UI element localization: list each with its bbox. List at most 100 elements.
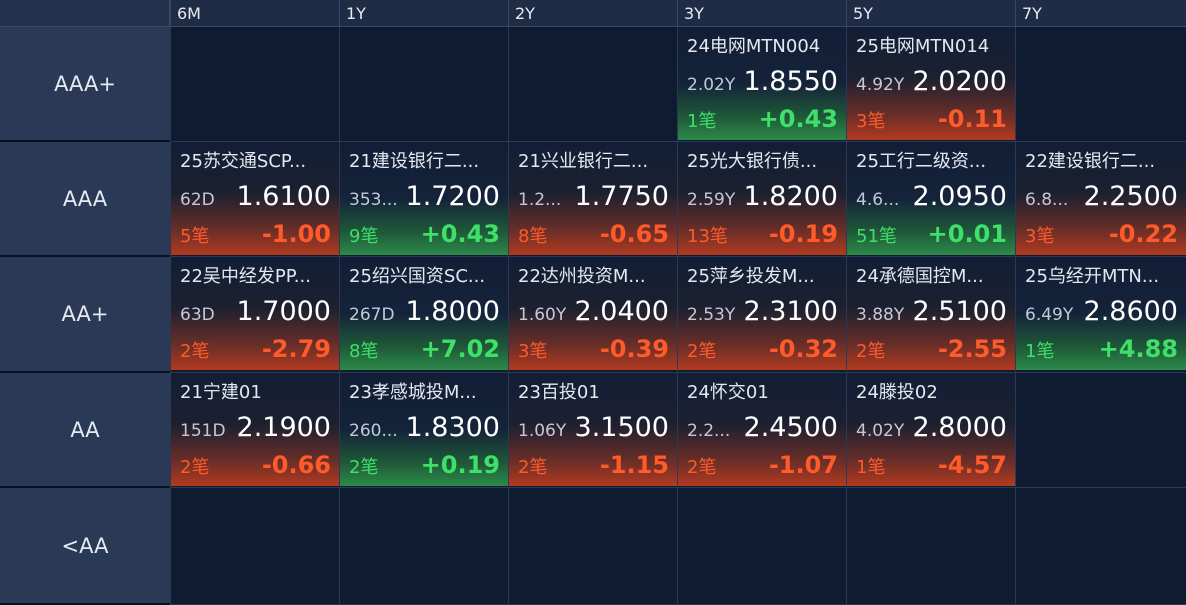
- trade-count: 1笔: [856, 457, 886, 478]
- matrix-cell[interactable]: 22建设银行二... 6.8... 2.2500 3笔 -0.22: [1015, 142, 1186, 257]
- bond-card[interactable]: 25乌经开MTN... 6.49Y 2.8600 1笔 +4.88: [1016, 257, 1186, 370]
- bond-yield: 2.2500: [1083, 181, 1178, 212]
- bond-card[interactable]: 24怀交01 2.2... 2.4500 2笔 -1.07: [678, 373, 846, 486]
- yield-change: +0.01: [927, 220, 1007, 248]
- bond-stats-row: 51笔 +0.01: [856, 216, 1007, 252]
- matrix-cell[interactable]: 25乌经开MTN... 6.49Y 2.8600 1笔 +4.88: [1015, 257, 1186, 373]
- yield-change: -1.07: [768, 451, 838, 479]
- matrix-cell[interactable]: 22达州投资M... 1.60Y 2.0400 3笔 -0.39: [508, 257, 677, 373]
- bond-card[interactable]: 24电网MTN004 2.02Y 1.8550 1笔 +0.43: [678, 27, 846, 140]
- yield-change: +0.43: [420, 220, 500, 248]
- yield-change: -0.39: [599, 335, 669, 363]
- bond-yield: 1.8200: [743, 181, 838, 212]
- bond-stats-row: 1笔 -4.57: [856, 447, 1007, 483]
- matrix-cell[interactable]: 21建设银行二... 353... 1.7200 9笔 +0.43: [339, 142, 508, 257]
- bond-card[interactable]: 25绍兴国资SC... 267D 1.8000 8笔 +7.02: [340, 257, 508, 370]
- bond-name: 25光大银行债...: [687, 151, 818, 172]
- row-header-rating[interactable]: AA+: [0, 257, 170, 373]
- matrix-cell[interactable]: 25萍乡投发M... 2.53Y 2.3100 2笔 -0.32: [677, 257, 846, 373]
- trade-count: 2笔: [687, 457, 717, 478]
- bond-name: 24承德国控M...: [856, 266, 984, 287]
- bond-card[interactable]: 25苏交通SCP... 62D 1.6100 5笔 -1.00: [171, 142, 339, 255]
- matrix-cell[interactable]: 22吴中经发PP... 63D 1.7000 2笔 -2.79: [170, 257, 339, 373]
- matrix-cell[interactable]: 25光大银行债... 2.59Y 1.8200 13笔 -0.19: [677, 142, 846, 257]
- yield-change: -1.00: [261, 220, 331, 248]
- bond-quote-row: 2.02Y 1.8550: [687, 63, 838, 101]
- bond-card[interactable]: 25电网MTN014 4.92Y 2.0200 3笔 -0.11: [847, 27, 1015, 140]
- trade-count: 3笔: [1025, 226, 1055, 247]
- bond-name: 22建设银行二...: [1025, 151, 1156, 172]
- trade-count: 2笔: [687, 341, 717, 362]
- matrix-cell[interactable]: 24怀交01 2.2... 2.4500 2笔 -1.07: [677, 373, 846, 488]
- bond-stats-row: 2笔 -0.32: [687, 331, 838, 367]
- bond-stats-row: 8笔 -0.65: [518, 216, 669, 252]
- bond-card[interactable]: 25工行二级资... 4.6... 2.0950 51笔 +0.01: [847, 142, 1015, 255]
- matrix-cell: [170, 27, 339, 142]
- bond-card[interactable]: 21建设银行二... 353... 1.7200 9笔 +0.43: [340, 142, 508, 255]
- matrix-cell: [846, 488, 1015, 605]
- trade-count: 8笔: [349, 341, 379, 362]
- bond-yield: 1.7750: [574, 181, 669, 212]
- matrix-cell[interactable]: 21宁建01 151D 2.1900 2笔 -0.66: [170, 373, 339, 488]
- bond-quote-row: 63D 1.7000: [180, 293, 331, 331]
- matrix-cell[interactable]: 25电网MTN014 4.92Y 2.0200 3笔 -0.11: [846, 27, 1015, 142]
- column-header-6m[interactable]: 6M: [170, 0, 339, 27]
- bond-yield: 2.0950: [912, 181, 1007, 212]
- bond-card[interactable]: 23百投01 1.06Y 3.1500 2笔 -1.15: [509, 373, 677, 486]
- bond-card[interactable]: 21兴业银行二... 1.2... 1.7750 8笔 -0.65: [509, 142, 677, 255]
- bond-yield: 2.3100: [743, 296, 838, 327]
- bond-maturity: 6.8...: [1025, 190, 1069, 210]
- bond-card[interactable]: 22吴中经发PP... 63D 1.7000 2笔 -2.79: [171, 257, 339, 370]
- bond-stats-row: 13笔 -0.19: [687, 216, 838, 252]
- bond-card[interactable]: 24滕投02 4.02Y 2.8000 1笔 -4.57: [847, 373, 1015, 486]
- bond-card[interactable]: 22达州投资M... 1.60Y 2.0400 3笔 -0.39: [509, 257, 677, 370]
- bond-name: 24怀交01: [687, 382, 769, 403]
- column-header-2y[interactable]: 2Y: [508, 0, 677, 27]
- matrix-cell[interactable]: 21兴业银行二... 1.2... 1.7750 8笔 -0.65: [508, 142, 677, 257]
- column-header-1y[interactable]: 1Y: [339, 0, 508, 27]
- bond-yield: 2.1900: [236, 412, 331, 443]
- column-header-5y[interactable]: 5Y: [846, 0, 1015, 27]
- row-header-rating[interactable]: AA: [0, 373, 170, 488]
- trade-count: 2笔: [856, 341, 886, 362]
- bond-maturity: 4.02Y: [856, 421, 905, 441]
- yield-change: -2.55: [937, 335, 1007, 363]
- matrix-cell[interactable]: 25苏交通SCP... 62D 1.6100 5笔 -1.00: [170, 142, 339, 257]
- bond-card[interactable]: 23孝感城投M... 260... 1.8300 2笔 +0.19: [340, 373, 508, 486]
- row-header-rating[interactable]: AAA: [0, 142, 170, 257]
- bond-card[interactable]: 22建设银行二... 6.8... 2.2500 3笔 -0.22: [1016, 142, 1186, 255]
- bond-card[interactable]: 24承德国控M... 3.88Y 2.5100 2笔 -2.55: [847, 257, 1015, 370]
- matrix-cell[interactable]: 25工行二级资... 4.6... 2.0950 51笔 +0.01: [846, 142, 1015, 257]
- bond-stats-row: 3笔 -0.11: [856, 101, 1007, 137]
- column-header-3y[interactable]: 3Y: [677, 0, 846, 27]
- row-header-rating[interactable]: <AA: [0, 488, 170, 605]
- bond-stats-row: 2笔 +0.19: [349, 447, 500, 483]
- bond-card[interactable]: 25萍乡投发M... 2.53Y 2.3100 2笔 -0.32: [678, 257, 846, 370]
- yield-change: -0.11: [937, 105, 1007, 133]
- bond-card[interactable]: 25光大银行债... 2.59Y 1.8200 13笔 -0.19: [678, 142, 846, 255]
- trade-count: 2笔: [349, 457, 379, 478]
- bond-card[interactable]: 21宁建01 151D 2.1900 2笔 -0.66: [171, 373, 339, 486]
- row-header-rating[interactable]: AAA+: [0, 27, 170, 142]
- bond-matrix-grid: 6M 1Y 2Y 3Y 5Y 7Y AAA+ 24电网MTN004 2.02Y 1.8550 1笔 +…: [0, 0, 1186, 605]
- matrix-cell[interactable]: 24承德国控M... 3.88Y 2.5100 2笔 -2.55: [846, 257, 1015, 373]
- matrix-cell[interactable]: 24电网MTN004 2.02Y 1.8550 1笔 +0.43: [677, 27, 846, 142]
- matrix-cell[interactable]: 25绍兴国资SC... 267D 1.8000 8笔 +7.02: [339, 257, 508, 373]
- bond-stats-row: 1笔 +0.43: [687, 101, 838, 137]
- bond-name: 21宁建01: [180, 382, 262, 403]
- yield-change: -4.57: [937, 451, 1007, 479]
- matrix-cell[interactable]: 24滕投02 4.02Y 2.8000 1笔 -4.57: [846, 373, 1015, 488]
- bond-quote-row: 62D 1.6100: [180, 178, 331, 216]
- matrix-cell: [1015, 488, 1186, 605]
- bond-yield: 1.7200: [405, 181, 500, 212]
- column-header-7y[interactable]: 7Y: [1015, 0, 1186, 27]
- trade-count: 51笔: [856, 226, 897, 247]
- matrix-cell: [677, 488, 846, 605]
- yield-change: -0.65: [599, 220, 669, 248]
- matrix-cell[interactable]: 23百投01 1.06Y 3.1500 2笔 -1.15: [508, 373, 677, 488]
- yield-change: -1.15: [599, 451, 669, 479]
- matrix-cell[interactable]: 23孝感城投M... 260... 1.8300 2笔 +0.19: [339, 373, 508, 488]
- bond-stats-row: 2笔 -1.15: [518, 447, 669, 483]
- trade-count: 2笔: [518, 457, 548, 478]
- bond-maturity: 3.88Y: [856, 305, 905, 325]
